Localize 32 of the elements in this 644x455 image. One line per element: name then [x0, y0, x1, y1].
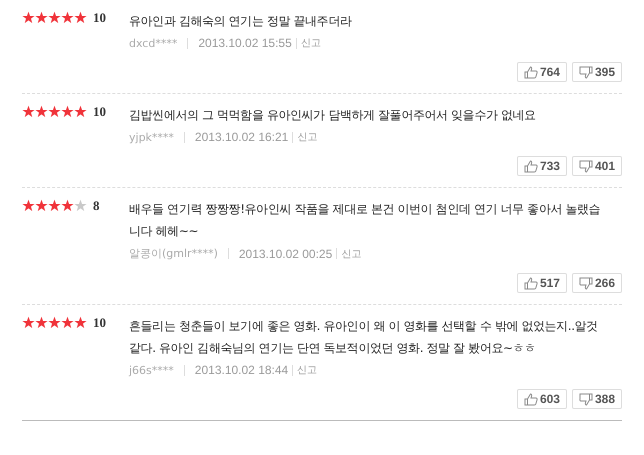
review-date: 2013.10.02 18:44	[194, 363, 288, 377]
user-id: yjpk****	[129, 130, 174, 144]
review-date: 2013.10.02 00:25	[238, 246, 332, 260]
like-button[interactable]: 764	[516, 62, 567, 82]
like-button[interactable]: 733	[516, 156, 567, 176]
rating-score: 10	[92, 104, 107, 120]
thumbs-down-icon	[578, 392, 593, 406]
review-text: 배우들 연기력 짱짱짱!유아인씨 작품을 제대로 본건 이번이 첨인데 연기 너무 좋아서 놀랬습니다 헤헤~~	[129, 201, 602, 240]
thumbs-up-icon	[524, 276, 538, 290]
like-button[interactable]: 517	[516, 273, 567, 293]
user-id: 알콩이(gmlr****)	[129, 246, 218, 261]
thumbs-up-icon	[524, 392, 538, 406]
rating-score: 8	[92, 198, 100, 214]
thumbs-up-icon	[524, 66, 538, 78]
user-id: j66s****	[129, 364, 174, 376]
like-button[interactable]: 603	[516, 389, 567, 409]
dislike-button[interactable]: 266	[572, 273, 622, 293]
thumbs-down-icon	[578, 66, 593, 78]
review-date: 2013.10.02 15:55	[198, 36, 292, 50]
thumbs-up-icon	[524, 160, 538, 172]
thumbs-down-icon	[578, 160, 593, 172]
rating-score: 10	[92, 315, 107, 331]
dislike-button[interactable]: 401	[572, 156, 622, 176]
rating-score: 10	[92, 10, 107, 26]
review-date: 2013.10.02 16:21	[194, 130, 288, 144]
review-text: 김밥씬에서의 그 먹먹함을 유아인씨가 담백하게 잘풀어주어서 잊을수가 없네요	[129, 107, 537, 124]
review-text: 흔들리는 청춘들이 보기에 좋은 영화. 유아인이 왜 이 영화를 선택할 수 밖에 없었는지..알것 같다. 유아인 김해숙님의 연기는 단연 독보적이었던 영화. 정말 잘 봤어요~ㅎㅎ	[129, 318, 599, 357]
dislike-button[interactable]: 388	[572, 389, 622, 409]
thumbs-down-icon	[578, 276, 593, 290]
user-id: dxcd****	[129, 36, 178, 50]
dislike-button[interactable]: 395	[572, 62, 622, 82]
review-text: 유아인과 김해숙의 연기는 정말 끝내주더라	[129, 13, 353, 30]
